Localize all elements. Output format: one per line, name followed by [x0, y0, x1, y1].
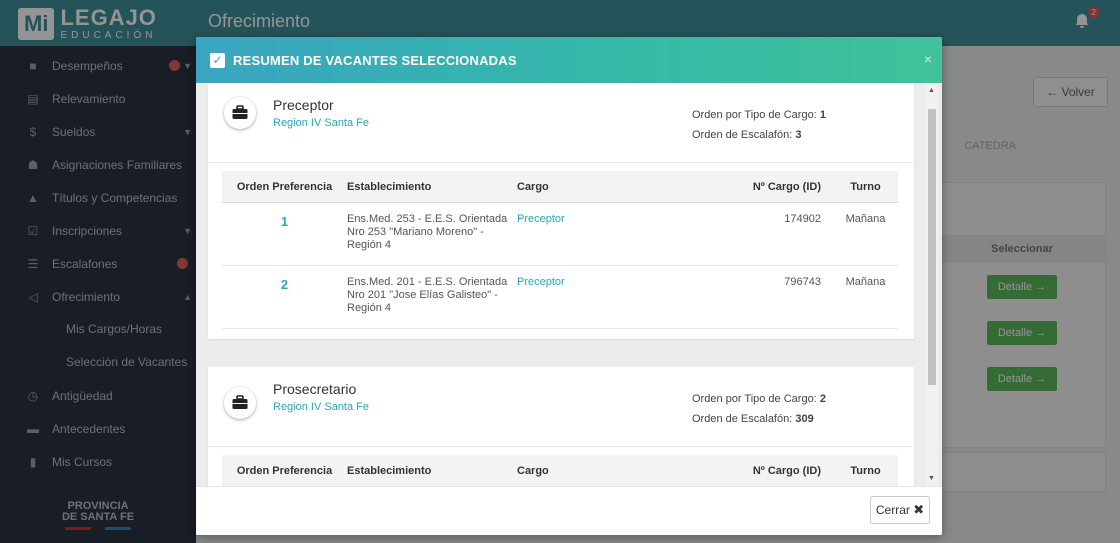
- cargo-title: Preceptor: [273, 97, 334, 113]
- scroll-up-arrow-icon[interactable]: ▲: [928, 87, 935, 94]
- cargo-title: Prosecretario: [273, 381, 357, 397]
- table-header: Orden Preferencia Establecimiento Cargo …: [222, 171, 898, 203]
- row-id: 174902: [784, 213, 821, 225]
- orden-escalafon: Orden de Escalafón: 309: [692, 413, 814, 425]
- row-id: 796743: [784, 276, 821, 288]
- row-orden: 1: [280, 214, 289, 229]
- scroll-down-arrow-icon[interactable]: ▼: [928, 475, 935, 482]
- orden-tipo-label: Orden por Tipo de Cargo:: [692, 393, 817, 405]
- modal-body[interactable]: Preceptor Region IV Santa Fe Orden por T…: [196, 83, 942, 486]
- summary-modal: ✓ RESUMEN DE VACANTES SELECCIONADAS × Pr…: [196, 37, 942, 535]
- orden-tipo-value: 1: [819, 109, 826, 121]
- cerrar-label: Cerrar: [875, 503, 910, 517]
- row-turno: Mañana: [845, 276, 886, 288]
- orden-escalafon-value: 309: [795, 413, 814, 425]
- modal-scrollbar[interactable]: ▲ ▼: [926, 83, 938, 486]
- row-establecimiento: Ens.Med. 201 - E.E.S. Orientada Nro 201 …: [347, 276, 508, 314]
- col-cargo: Cargo: [517, 464, 549, 477]
- col-turno: Turno: [850, 180, 881, 193]
- row-orden: 2: [280, 277, 289, 292]
- col-id: Nº Cargo (ID): [752, 464, 821, 477]
- col-turno: Turno: [850, 464, 881, 477]
- col-orden: Orden Preferencia: [236, 464, 333, 477]
- region-link[interactable]: Region IV Santa Fe: [273, 401, 369, 413]
- check-icon: ✓: [210, 53, 225, 68]
- row-turno: Mañana: [845, 213, 886, 225]
- region-link[interactable]: Region IV Santa Fe: [273, 117, 369, 129]
- orden-tipo-value: 2: [819, 393, 826, 405]
- card-header: Preceptor Region IV Santa Fe Orden por T…: [208, 83, 914, 163]
- modal-title: RESUMEN DE VACANTES SELECCIONADAS: [233, 53, 517, 68]
- modal-header: ✓ RESUMEN DE VACANTES SELECCIONADAS ×: [196, 37, 942, 83]
- close-x-icon: ✖: [913, 502, 925, 517]
- orden-escalafon-label: Orden de Escalafón:: [692, 129, 793, 141]
- table-row: 1 Ens.Med. 253 - E.E.S. Orientada Nro 25…: [222, 203, 898, 266]
- col-orden: Orden Preferencia: [236, 180, 333, 193]
- row-cargo-link[interactable]: Preceptor: [517, 203, 677, 265]
- col-cargo: Cargo: [517, 180, 549, 193]
- row-cargo-link[interactable]: Preceptor: [517, 266, 677, 328]
- cerrar-button[interactable]: Cerrar ✖: [870, 496, 930, 524]
- briefcase-icon: [224, 97, 256, 129]
- vacancy-table: Orden Preferencia Establecimiento Cargo …: [222, 455, 898, 486]
- scroll-thumb[interactable]: [928, 109, 936, 385]
- orden-escalafon: Orden de Escalafón: 3: [692, 129, 801, 141]
- orden-tipo-cargo: Orden por Tipo de Cargo: 2: [692, 393, 826, 405]
- col-id: Nº Cargo (ID): [752, 180, 821, 193]
- orden-escalafon-value: 3: [795, 129, 802, 141]
- orden-tipo-cargo: Orden por Tipo de Cargo: 1: [692, 109, 826, 121]
- orden-tipo-label: Orden por Tipo de Cargo:: [692, 109, 817, 121]
- card-header: Prosecretario Region IV Santa Fe Orden p…: [208, 367, 914, 447]
- table-row: 2 Ens.Med. 201 - E.E.S. Orientada Nro 20…: [222, 266, 898, 329]
- table-header: Orden Preferencia Establecimiento Cargo …: [222, 455, 898, 486]
- row-establecimiento: Ens.Med. 253 - E.E.S. Orientada Nro 253 …: [347, 213, 508, 251]
- orden-escalafon-label: Orden de Escalafón:: [692, 413, 793, 425]
- col-establecimiento: Establecimiento: [347, 180, 432, 193]
- cargo-card: Preceptor Region IV Santa Fe Orden por T…: [208, 83, 914, 339]
- cargo-card: Prosecretario Region IV Santa Fe Orden p…: [208, 367, 914, 486]
- modal-footer: Cerrar ✖: [196, 486, 942, 535]
- briefcase-icon: [224, 387, 256, 419]
- close-icon[interactable]: ×: [924, 51, 932, 67]
- col-establecimiento: Establecimiento: [347, 464, 432, 477]
- vacancy-table: Orden Preferencia Establecimiento Cargo …: [222, 171, 898, 329]
